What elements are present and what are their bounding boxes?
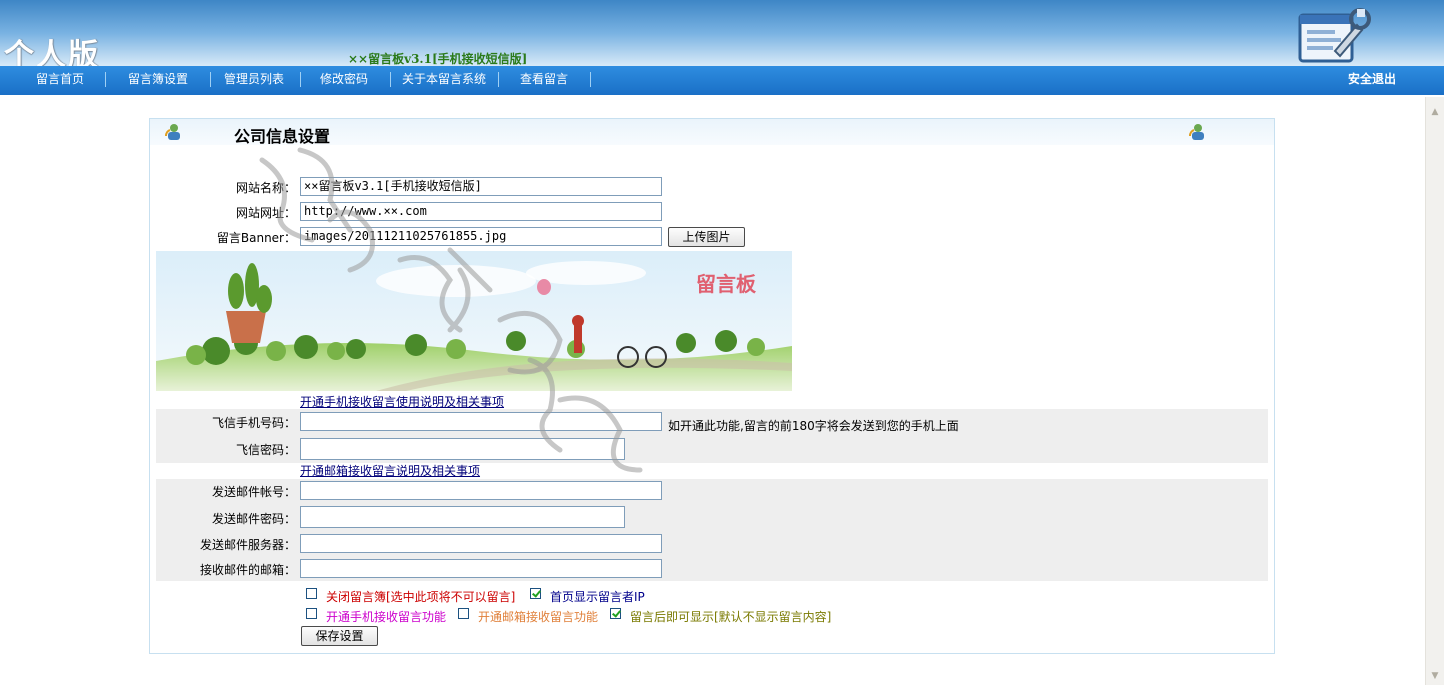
scroll-down-icon[interactable]: ▼ [1428, 669, 1442, 683]
smtp-label: 发送邮件服务器： [199, 538, 296, 552]
upload-image-button[interactable]: 上传图片 [668, 227, 745, 247]
show-ip-label: 首页显示留言者IP [550, 590, 645, 604]
enable-sms-label: 开通手机接收留言功能 [326, 610, 447, 624]
tools-window-icon [1298, 8, 1371, 63]
site-url-label: 网站网址： [235, 206, 296, 220]
main-nav: 留言首页 留言簿设置 管理员列表 修改密码 关于本留言系统 查看留言 安全退出 [0, 66, 1444, 95]
nav-separator [300, 72, 301, 87]
app-title: ××留言板v3.1[手机接收短信版] [348, 52, 528, 66]
fetion-phone-input[interactable] [300, 412, 662, 431]
app-header: 个人版 ××留言板v3.1[手机接收短信版] [0, 0, 1444, 73]
fetion-phone-note: 如开通此功能,留言的前180字将会发送到您的手机上面 [668, 419, 959, 433]
send-account-label: 发送邮件帐号： [211, 485, 296, 499]
banner-label: 留言Banner： [216, 231, 296, 245]
smtp-input[interactable] [300, 534, 662, 553]
enable-mail-checkbox[interactable] [458, 608, 469, 619]
enable-mail-label: 开通邮箱接收留言功能 [478, 610, 599, 624]
nav-item-home[interactable]: 留言首页 [36, 66, 84, 95]
fetion-phone-label: 飞信手机号码： [211, 416, 296, 430]
nav-item-guestbook-settings[interactable]: 留言簿设置 [128, 66, 188, 95]
close-guestbook-checkbox[interactable] [306, 588, 317, 599]
user-refresh-icon [165, 124, 180, 140]
user-refresh-icon [1189, 124, 1204, 140]
fetion-password-input[interactable] [300, 438, 625, 460]
page-title: 公司信息设置 [234, 127, 331, 146]
receive-mail-input[interactable] [300, 559, 662, 578]
vertical-scrollbar[interactable]: ▲ ▼ [1425, 97, 1444, 685]
nav-item-admin-list[interactable]: 管理员列表 [224, 66, 284, 95]
send-password-input[interactable] [300, 506, 625, 528]
nav-separator [105, 72, 106, 87]
banner-path-input[interactable]: images/20111211025761855.jpg [300, 227, 662, 246]
nav-separator [210, 72, 211, 87]
scroll-up-icon[interactable]: ▲ [1428, 105, 1442, 119]
banner-text: 留言板 [696, 272, 757, 296]
logout-link[interactable]: 安全退出 [1348, 66, 1396, 92]
nav-item-change-password[interactable]: 修改密码 [320, 66, 368, 95]
receive-mail-label: 接收邮件的邮箱： [199, 563, 296, 577]
nav-separator [590, 72, 591, 87]
sms-help-link[interactable]: 开通手机接收留言使用说明及相关事项 [300, 393, 504, 410]
fetion-password-label: 飞信密码： [235, 443, 296, 457]
send-password-label: 发送邮件密码： [211, 512, 296, 526]
site-name-input[interactable]: ××留言板v3.1[手机接收短信版] [300, 177, 662, 196]
site-url-input[interactable]: http://www.××.com [300, 202, 662, 221]
nav-item-view-messages[interactable]: 查看留言 [520, 66, 568, 95]
show-ip-checkbox[interactable] [530, 588, 541, 599]
banner-image: 留言板 [156, 251, 792, 391]
enable-sms-checkbox[interactable] [306, 608, 317, 619]
save-settings-button[interactable]: 保存设置 [301, 626, 378, 646]
nav-item-about[interactable]: 关于本留言系统 [402, 66, 486, 95]
site-name-label: 网站名称： [235, 181, 296, 195]
nav-separator [498, 72, 499, 87]
send-account-input[interactable] [300, 481, 662, 500]
show-immediately-checkbox[interactable] [610, 608, 621, 619]
close-guestbook-label: 关闭留言簿[选中此项将不可以留言] [326, 590, 516, 604]
panel-header: 公司信息设置 [150, 119, 1274, 146]
nav-separator [390, 72, 391, 87]
mail-help-link[interactable]: 开通邮箱接收留言说明及相关事项 [300, 462, 480, 479]
company-info-panel: 公司信息设置 网站名称： ××留言板v3.1[手机接收短信版] 网站网址： ht… [149, 118, 1275, 654]
show-immediately-label: 留言后即可显示[默认不显示留言内容] [630, 610, 832, 624]
